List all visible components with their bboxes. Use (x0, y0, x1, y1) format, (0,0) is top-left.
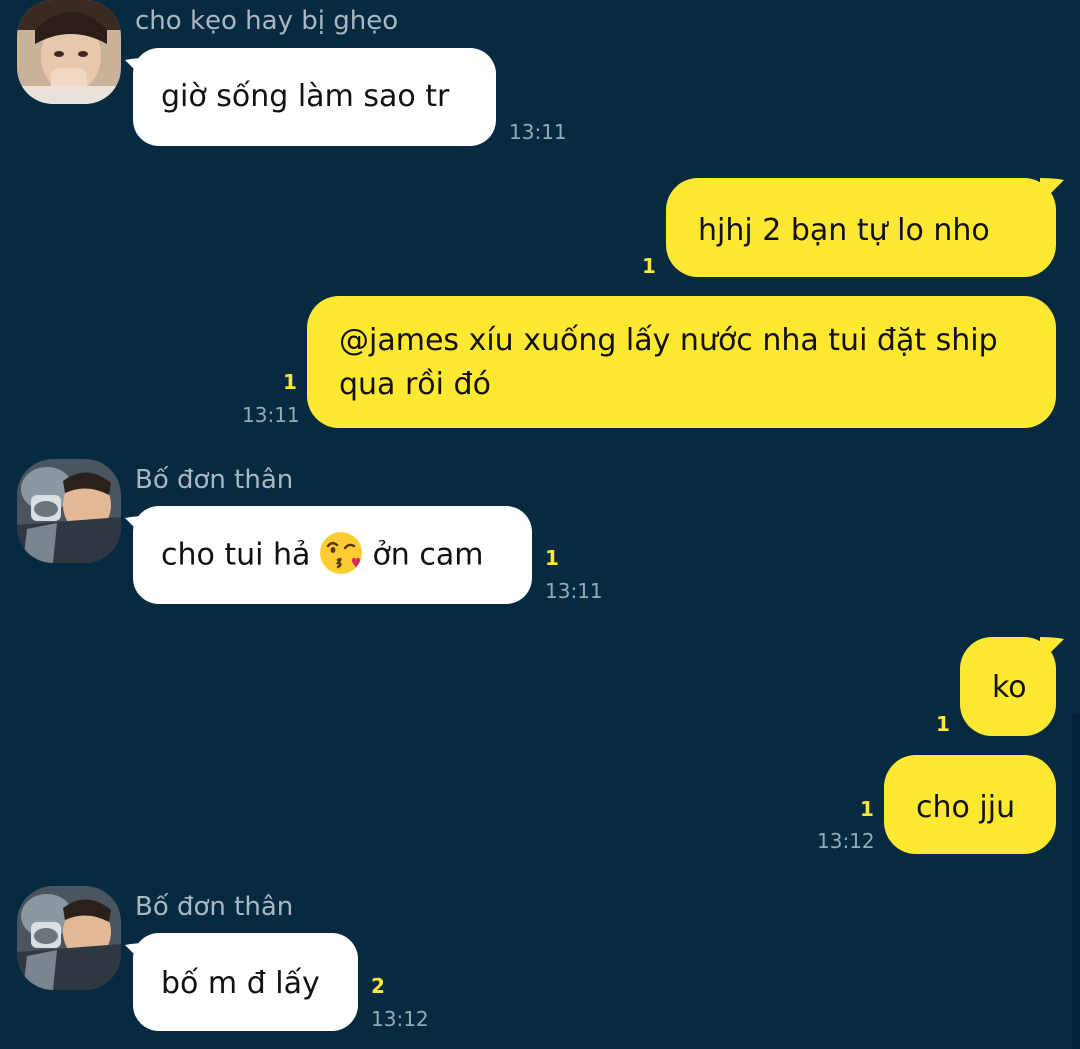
kissing-heart-emoji-icon (320, 532, 363, 574)
message-bubble[interactable]: cho tui hả ởn cam (133, 506, 532, 604)
message-text: cho jju (916, 790, 1016, 825)
unread-count: 1 (936, 712, 950, 736)
unread-count: 1 (860, 797, 874, 821)
message-text: giờ sống làm sao tr (161, 79, 450, 114)
sender-avatar[interactable] (17, 459, 121, 563)
message-text-part: ởn cam (372, 537, 484, 573)
sender-name: Bố đơn thân (135, 465, 294, 495)
unread-count: 1 (642, 254, 656, 278)
message-bubble[interactable]: cho jju (884, 755, 1056, 854)
unread-count: 1 (283, 370, 297, 394)
message-text: hjhj 2 bạn tự lo nho (698, 213, 990, 248)
sender-avatar[interactable] (17, 886, 121, 990)
message-timestamp: 13:12 (371, 1007, 429, 1031)
message-timestamp: 13:11 (545, 579, 603, 603)
message-text-line: qua rồi đó (339, 367, 491, 402)
message-bubble[interactable]: bố m đ lấy (133, 933, 358, 1031)
bubble-tail (1040, 178, 1064, 204)
bubble-tail (1040, 637, 1064, 663)
message-text: ko (992, 670, 1027, 705)
sender-name: cho kẹo hay bị ghẹo (135, 6, 399, 36)
message-timestamp: 13:11 (509, 120, 567, 144)
message-text: cho tui hả ởn cam (161, 506, 504, 579)
scrollbar-track[interactable] (1072, 714, 1080, 1049)
unread-count: 2 (371, 974, 385, 998)
message-text-part: cho tui hả (161, 537, 311, 573)
message-text: bố m đ lấy (161, 966, 320, 1001)
message-bubble[interactable]: hjhj 2 bạn tự lo nho (666, 178, 1056, 277)
unread-count: 1 (545, 546, 559, 570)
sender-avatar[interactable] (17, 0, 121, 104)
message-bubble[interactable]: giờ sống làm sao tr (133, 48, 496, 146)
chat-window[interactable]: cho kẹo hay bị ghẹo giờ sống làm sao tr … (0, 0, 1080, 1049)
message-text-line: @james xíu xuống lấy nước nha tui đặt sh… (339, 323, 998, 358)
message-timestamp: 13:12 (817, 829, 875, 853)
message-timestamp: 13:11 (242, 403, 300, 427)
sender-name: Bố đơn thân (135, 892, 294, 922)
message-bubble[interactable]: @james xíu xuống lấy nước nha tui đặt sh… (307, 296, 1056, 428)
